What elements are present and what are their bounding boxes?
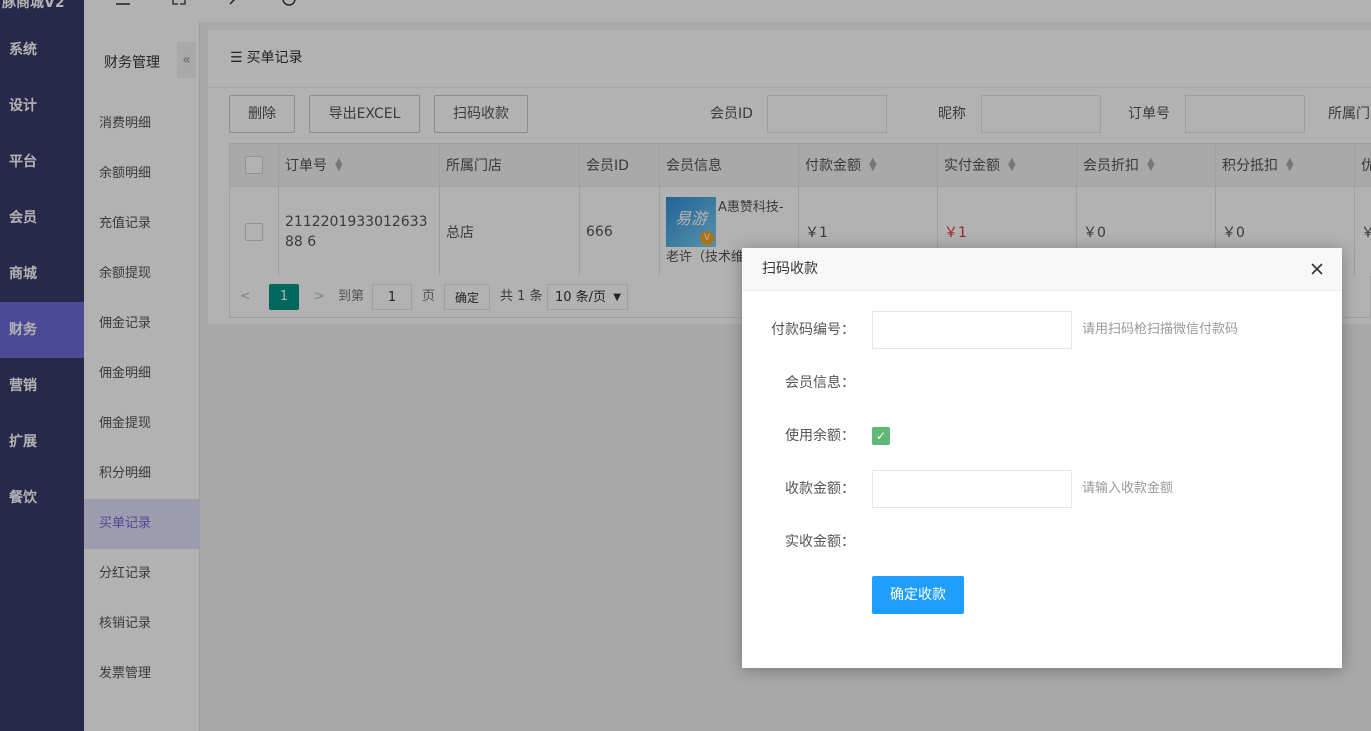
app-root: 豚商城V2 系统 设计 平台 会员 商城 财务 营销 扩展 餐饮 财务管理 « …	[0, 0, 1371, 731]
confirm-payment-button[interactable]: 确定收款	[872, 576, 964, 614]
amount-input[interactable]	[872, 470, 1072, 508]
payment-code-hint: 请用扫码枪扫描微信付款码	[1082, 322, 1239, 337]
amount-hint: 请输入收款金额	[1082, 481, 1174, 496]
member-info-label: 会员信息：	[785, 375, 855, 391]
use-balance-checkbox[interactable]: ✓	[872, 427, 890, 445]
actual-amount-label: 实收金额：	[785, 534, 855, 550]
use-balance-label: 使用余额：	[785, 428, 855, 444]
amount-label: 收款金额：	[785, 481, 855, 497]
close-icon[interactable]	[1308, 260, 1326, 278]
scan-pay-modal: 扫码收款 付款码编号： 请用扫码枪扫描微信付款码 会员信息： 使用余额： ✓ 收…	[742, 248, 1342, 668]
modal-title: 扫码收款	[762, 261, 818, 277]
modal-header: 扫码收款	[742, 248, 1342, 291]
payment-code-label: 付款码编号：	[771, 322, 855, 338]
payment-code-input[interactable]	[872, 311, 1072, 349]
